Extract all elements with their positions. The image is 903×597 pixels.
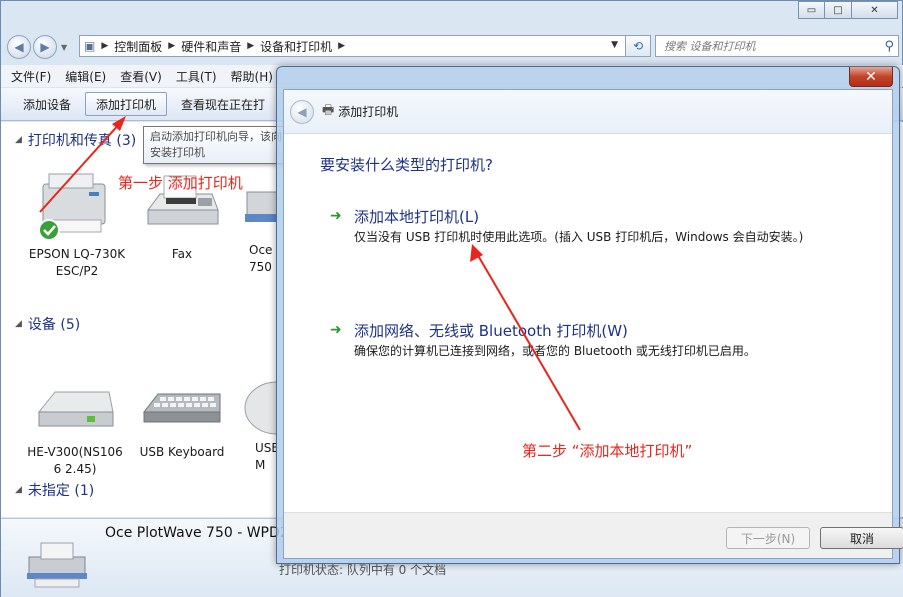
annotation-step2: 第二步 “添加本地打印机”	[522, 442, 693, 460]
annotation-arrows	[39, 116, 581, 431]
annotation-step1: 第一步 添加打印机	[118, 174, 243, 192]
